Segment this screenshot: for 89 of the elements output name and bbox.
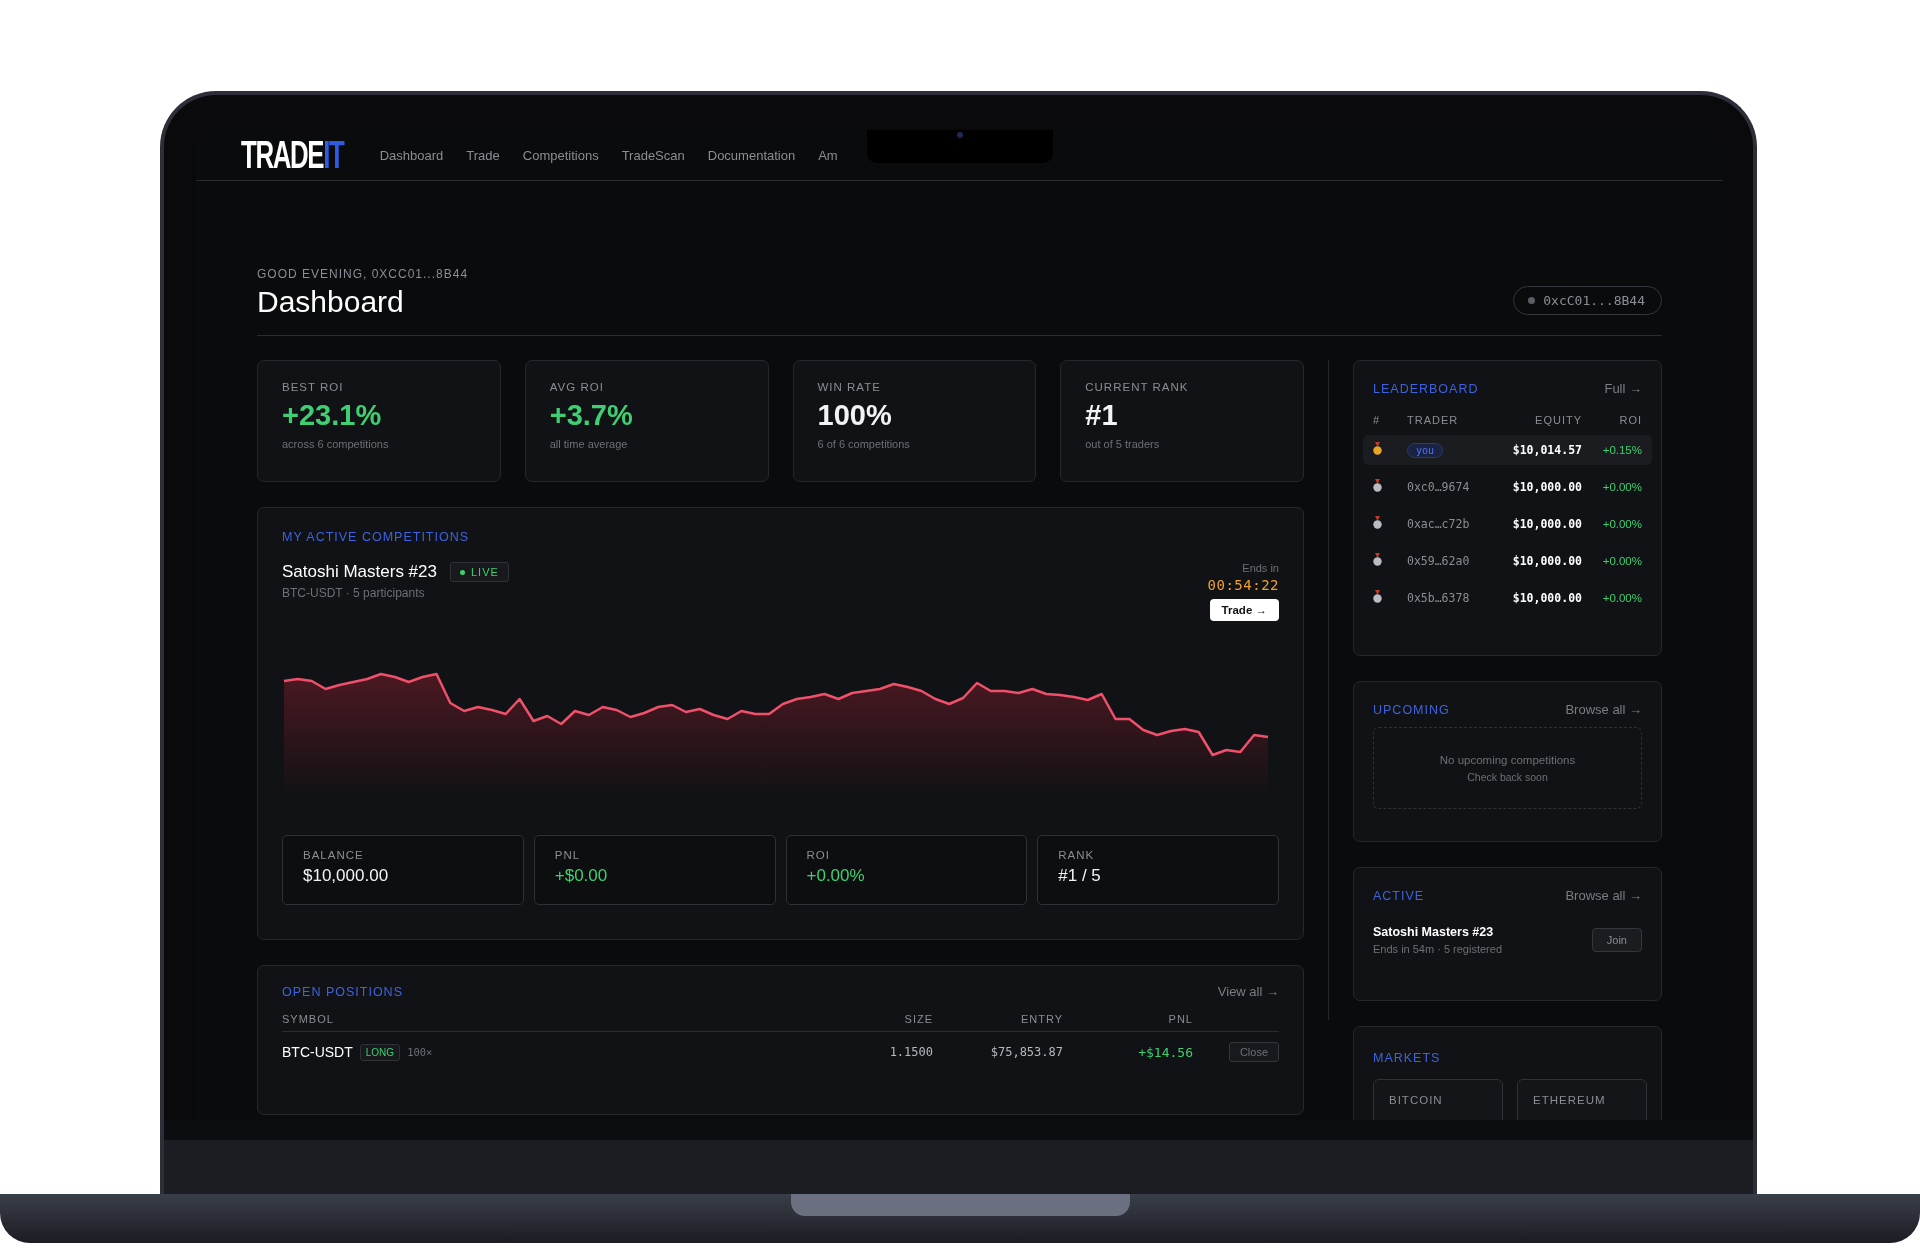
close-button[interactable]: Close: [1228, 1042, 1279, 1062]
metric-label: RANK: [1058, 849, 1096, 861]
metric-label: PNL: [554, 849, 582, 861]
stat-value: 100%: [817, 399, 893, 432]
equity-value: $10,000.00: [1512, 517, 1582, 531]
full-leaderboard-link[interactable]: Full →: [1604, 381, 1642, 396]
roi-value: +0.15%: [1601, 444, 1642, 456]
empty-state-note: Check back soon: [1467, 770, 1548, 783]
nav-link[interactable]: Dashboard: [379, 147, 444, 163]
stat-value: +3.7%: [549, 399, 634, 432]
view-all-link[interactable]: View all →: [1217, 984, 1279, 999]
side-badge: LONG: [359, 1043, 401, 1061]
leaderboard-row[interactable]: 0xac…c72b $10,000.00 +0.00%: [1363, 509, 1652, 539]
section-heading: MARKETS: [1373, 1051, 1442, 1065]
section-heading: OPEN POSITIONS: [282, 984, 403, 999]
nav-link[interactable]: Am: [818, 147, 838, 163]
symbol-text: BTC-USDT: [282, 1044, 353, 1060]
column-header: TRADER: [1407, 414, 1460, 426]
table-cell-text: +$14.56: [1137, 1044, 1193, 1060]
leaderboard-row[interactable]: 0x59…62a0 $10,000.00 +0.00%: [1363, 546, 1652, 576]
you-badge: you: [1407, 442, 1444, 458]
metric-label: BALANCE: [303, 849, 365, 861]
browse-all-link[interactable]: Browse all →: [1565, 702, 1642, 717]
roi-value: +0.00%: [1601, 555, 1642, 567]
column-header: PNL: [1167, 1013, 1193, 1025]
competition-name: Satoshi Masters #23: [1373, 925, 1495, 939]
stat-label: BEST ROI: [282, 381, 345, 393]
browse-all-link[interactable]: Browse all →: [1565, 888, 1642, 903]
stat-note: across 6 competitions: [282, 438, 390, 450]
leverage-text: 100×: [407, 1046, 433, 1058]
market-tile[interactable]: ETHEREUM: [1517, 1079, 1647, 1120]
nav-link[interactable]: Documentation: [707, 147, 796, 163]
leaderboard-row[interactable]: 0x5b…6378 $10,000.00 +0.00%: [1363, 583, 1652, 613]
column-header: SYMBOL: [282, 1013, 335, 1025]
leaderboard-row[interactable]: 0xc0…9674 $10,000.00 +0.00%: [1363, 472, 1652, 502]
equity-value: $10,000.00: [1512, 591, 1582, 605]
greeting-text: GOOD EVENING, 0XCC01...8B44: [257, 267, 469, 281]
status-dot-icon: [1528, 297, 1536, 304]
metric-label: ROI: [806, 849, 831, 861]
stat-note: all time average: [549, 438, 629, 450]
stat-note: 6 of 6 competitions: [817, 438, 911, 450]
roi-value: +0.00%: [1601, 592, 1642, 604]
stat-note: out of 5 traders: [1085, 438, 1161, 450]
stat-value: +23.1%: [282, 399, 383, 432]
section-heading: MY ACTIVE COMPETITIONS: [282, 530, 471, 544]
empty-state-title: No upcoming competitions: [1439, 753, 1576, 766]
metric-value: +$0.00: [554, 866, 609, 886]
equity-value: $10,000.00: [1512, 480, 1582, 494]
brand-logo[interactable]: TRADEIT: [241, 136, 344, 174]
column-header: SIZE: [903, 1013, 933, 1025]
countdown-timer: 00:54:22: [1207, 577, 1279, 593]
roi-value: +0.00%: [1601, 481, 1642, 493]
page-title: Dashboard: [257, 285, 405, 319]
competition-meta: BTC-USDT · 5 participants: [282, 586, 426, 600]
metric-value: $10,000.00: [303, 866, 390, 886]
table-cell-text: $75,853.87: [989, 1045, 1063, 1059]
equity-value: $10,000.00: [1512, 554, 1582, 568]
leaderboard-row[interactable]: you $10,014.57 +0.15%: [1363, 435, 1652, 465]
stat-value: #1: [1085, 399, 1119, 432]
join-button[interactable]: Join: [1591, 928, 1642, 952]
stat-label: CURRENT RANK: [1085, 381, 1190, 393]
metric-value: #1 / 5: [1058, 866, 1102, 886]
trade-button[interactable]: Trade →: [1209, 599, 1279, 621]
camera-icon: [957, 132, 963, 138]
market-tile[interactable]: BITCOIN: [1373, 1079, 1503, 1120]
stat-label: AVG ROI: [549, 381, 605, 393]
trader-address: 0x59…62a0: [1407, 554, 1471, 568]
section-heading: LEADERBOARD: [1373, 381, 1479, 396]
column-header: #: [1373, 414, 1382, 426]
stat-label: WIN RATE: [817, 381, 882, 393]
live-badge: LIVE: [449, 562, 509, 582]
trader-address: 0xac…c72b: [1407, 517, 1471, 531]
table-cell-text: 1.1500: [888, 1045, 933, 1059]
competition-name: Satoshi Masters #23: [282, 562, 437, 582]
trader-address: 0x5b…6378: [1407, 591, 1471, 605]
section-heading: UPCOMING: [1373, 702, 1450, 717]
column-header: ROI: [1618, 414, 1642, 426]
competition-meta: Ends in 54m · 5 registered: [1373, 943, 1502, 955]
nav-link[interactable]: Trade: [466, 147, 500, 163]
column-header: ENTRY: [1019, 1013, 1063, 1025]
ends-label: Ends in: [1242, 562, 1279, 574]
column-header: EQUITY: [1535, 414, 1582, 426]
nav-link[interactable]: Competitions: [522, 147, 599, 163]
metric-value: +0.00%: [806, 866, 866, 886]
equity-value: $10,014.57: [1512, 443, 1582, 457]
section-heading: ACTIVE: [1373, 888, 1425, 903]
nav-link[interactable]: TradeScan: [621, 147, 685, 163]
trader-address: 0xc0…9674: [1407, 480, 1471, 494]
roi-value: +0.00%: [1601, 518, 1642, 530]
